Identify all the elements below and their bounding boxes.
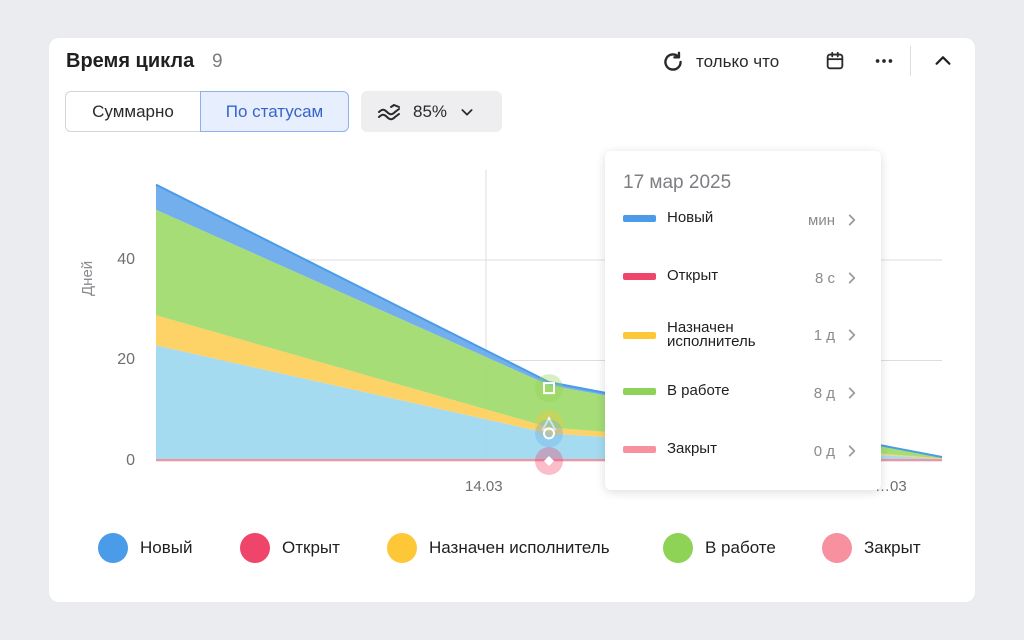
chevron-right-icon <box>848 272 856 284</box>
tooltip-name: Новый <box>667 209 714 226</box>
chevron-right-icon <box>848 214 856 226</box>
legend-label: Назначен исполнитель <box>429 538 610 557</box>
tooltip-value: 0 д <box>813 443 835 460</box>
tooltip-value: 1 д <box>813 327 835 344</box>
chevron-right-icon <box>848 387 856 399</box>
legend-item-open[interactable]: Открыт <box>240 528 340 568</box>
legend-dot <box>387 533 417 563</box>
swatch-new <box>623 215 656 222</box>
marker-new-halo <box>535 419 563 448</box>
y-axis-label: Дней <box>79 260 96 296</box>
legend-label: В работе <box>705 538 776 557</box>
legend-label: Открыт <box>282 538 340 557</box>
tooltip-name: В работе <box>667 382 730 399</box>
legend-item-in-work[interactable]: В работе <box>663 528 776 568</box>
tooltip-row-open[interactable]: Открыт 8 с <box>623 267 859 303</box>
tooltip-value: 8 с <box>814 270 835 287</box>
swatch-open <box>623 273 656 280</box>
tooltip-value: мин <box>808 212 835 229</box>
tooltip-date: 17 мар 2025 <box>623 172 732 193</box>
legend-item-closed[interactable]: Закрыт <box>822 528 921 568</box>
legend-label: Новый <box>140 538 193 557</box>
tooltip-value: 8 д <box>813 385 835 402</box>
tooltip-row-new[interactable]: Новый мин <box>623 209 859 245</box>
chevron-right-icon <box>848 445 856 457</box>
legend-item-assigned[interactable]: Назначен исполнитель <box>387 528 610 568</box>
y-tick-40: 40 <box>117 251 135 268</box>
legend-dot <box>822 533 852 563</box>
y-tick-20: 20 <box>117 351 135 368</box>
marker-in-work-halo <box>535 374 563 403</box>
legend-dot <box>98 533 128 563</box>
tooltip-row-closed[interactable]: Закрыт 0 д <box>623 440 859 476</box>
y-tick-0: 0 <box>126 452 135 469</box>
tooltip-row-in-work[interactable]: В работе 8 д <box>623 382 859 418</box>
x-tick-1403: 14.03 <box>465 478 503 495</box>
swatch-in-work <box>623 388 656 395</box>
legend-dot <box>240 533 270 563</box>
swatch-assigned <box>623 332 656 339</box>
cycle-time-widget: Время цикла 9 только что Суммарно По ста… <box>49 38 975 602</box>
legend-item-new[interactable]: Новый <box>98 528 192 568</box>
chevron-right-icon <box>848 329 856 341</box>
chart-tooltip: 17 мар 2025 Новый мин Открыт 8 с Назначе… <box>605 151 881 490</box>
tooltip-name: Открыт <box>667 267 719 284</box>
tooltip-row-assigned[interactable]: Назначен исполнитель 1 д <box>623 319 859 355</box>
legend-label: Закрыт <box>864 538 921 557</box>
legend-dot <box>663 533 693 563</box>
tooltip-name: Закрыт <box>667 440 717 457</box>
swatch-closed <box>623 446 656 453</box>
tooltip-name: Назначен исполнитель <box>667 319 756 350</box>
